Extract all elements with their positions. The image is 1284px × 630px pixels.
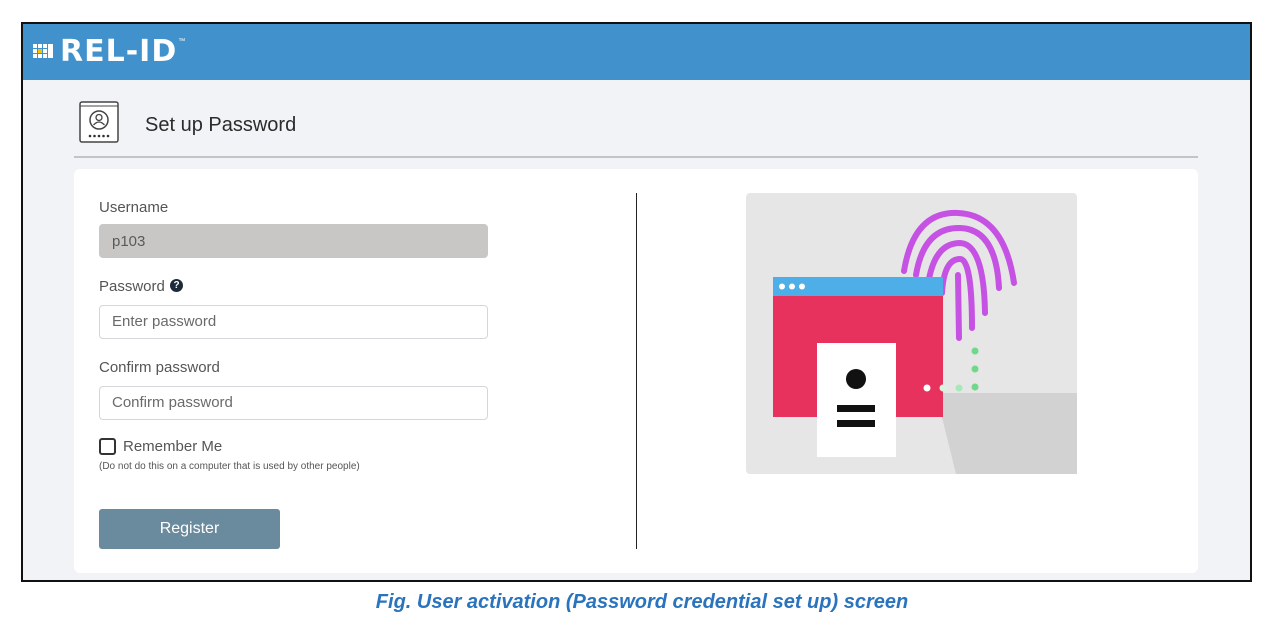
vertical-divider (636, 193, 637, 549)
password-setup-icon (79, 101, 119, 143)
remember-me-label[interactable]: Remember Me (123, 438, 222, 455)
page-title: Set up Password (145, 114, 297, 136)
id-card-icon (817, 343, 896, 457)
top-bar: REL-ID ™ (23, 24, 1250, 80)
rel-id-logo: REL-ID ™ (33, 34, 185, 69)
figure-caption: Fig. User activation (Password credentia… (375, 591, 909, 613)
confirm-password-input[interactable] (99, 386, 488, 420)
page-header: Set up Password (74, 100, 1198, 158)
logo-mark-icon (33, 41, 55, 63)
username-field: p103 (99, 224, 488, 258)
question-circle-icon[interactable]: ? (170, 279, 183, 292)
password-input[interactable] (99, 305, 488, 339)
username-label: Username (99, 199, 169, 216)
register-button[interactable]: Register (99, 509, 280, 549)
password-label: Password (99, 278, 165, 295)
fingerprint-login-illustration (746, 193, 1077, 474)
logo-text: REL-ID (60, 34, 178, 69)
logo-trademark: ™ (178, 38, 186, 45)
registration-card: Username p103 Password ? Confirm passwor… (74, 169, 1198, 573)
remember-me-hint: (Do not do this on a computer that is us… (99, 461, 360, 472)
remember-me-checkbox[interactable] (99, 438, 116, 455)
confirm-password-label: Confirm password (99, 359, 220, 376)
app-window: REL-ID ™ Set up Password Username p103 P… (21, 22, 1252, 582)
